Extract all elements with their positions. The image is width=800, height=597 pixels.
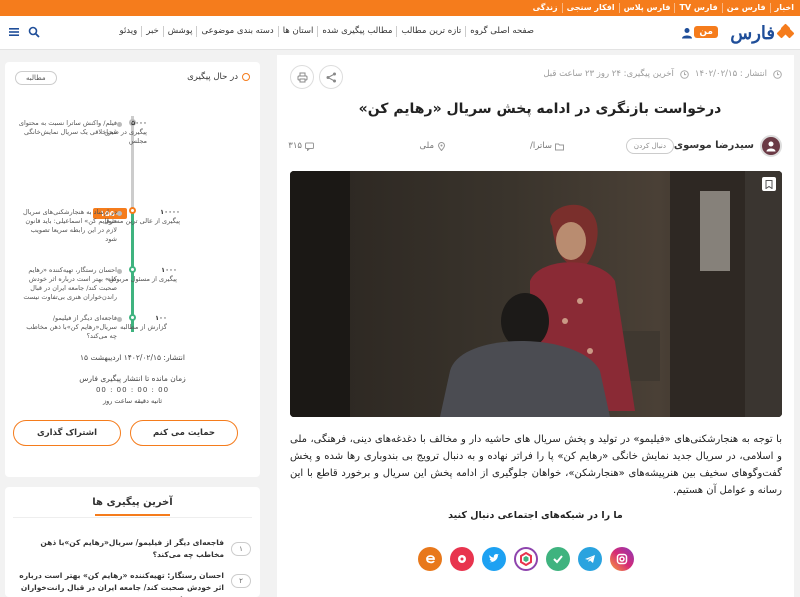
follow-us-title: ما را در شبکه‌های اجتماعی دنبال کنید <box>448 510 623 521</box>
telegram-icon[interactable] <box>578 547 602 571</box>
film-still <box>290 171 782 417</box>
status-dot-icon <box>242 73 250 81</box>
top-link-fars-plus[interactable]: فارس پلاس <box>618 3 675 13</box>
menu-icon[interactable] <box>8 26 20 38</box>
top-link-fars-man[interactable]: فارس من <box>721 3 770 13</box>
clock-icon <box>773 69 782 79</box>
divider <box>13 517 252 518</box>
logo-text: فارس <box>730 22 776 44</box>
top-link-polls[interactable]: افکار سنجی <box>561 3 619 13</box>
article-meta: انتشار : ۱۴۰۲/۰۲/۱۵ آخرین پیگیری: ۲۴ روز… <box>543 69 782 79</box>
top-link-fars-tv[interactable]: فارس TV <box>674 3 721 13</box>
list-item-number: ۱ <box>231 542 251 556</box>
step-dot <box>117 317 122 322</box>
step-link[interactable]: فاجعه‌ای دیگر از فیلیمو/ سریال«رهایم کن»… <box>17 314 117 341</box>
category-label: ساترا/ <box>530 141 552 151</box>
step-link[interactable]: در ارشاد به هنجارشکنی‌های سریال «رهایم ک… <box>17 208 117 244</box>
countdown-timer: 00 : 00 : 00 : 00 <box>95 386 170 394</box>
countdown-label: زمان مانده تا انتشار پیگیری فارس <box>79 374 186 383</box>
latest-followups: آخرین پیگیری ها ۱ فاجعه‌ای دیگر از فیلیم… <box>5 487 260 597</box>
nav-item-followed[interactable]: مطالب پیگیری شده <box>317 26 396 37</box>
views-info: ۳۱۵ <box>288 141 314 151</box>
print-icon <box>297 72 307 82</box>
followup-tracker: در حال پیگیری مطالبه ۱۵۵۰ ۵۰۰۰ پیگیری در… <box>5 62 260 477</box>
nav-item-video[interactable]: ویدئو <box>116 26 142 37</box>
list-item[interactable]: احسان رستگار: تهیه‌کننده «رهایم کن» بهتر… <box>19 570 224 597</box>
nav-item-provinces[interactable]: استان ها <box>277 26 318 37</box>
location-pin-icon <box>437 141 446 151</box>
location-info: ملی <box>420 141 446 151</box>
article-card: انتشار : ۱۴۰۲/۰۲/۱۵ آخرین پیگیری: ۲۴ روز… <box>277 55 794 597</box>
tracker-publish-date: انتشار: ۱۴۰۲/۰۲/۱۵ اردیبهشت ۱۵ <box>80 353 185 362</box>
article-title: درخواست بازنگری در ادامه پخش سریال «رهای… <box>358 101 722 117</box>
bale-icon[interactable] <box>546 547 570 571</box>
share-tracker-button[interactable]: اشتراک گذاری <box>13 420 121 446</box>
countdown-units: ثانیه دقیقه ساعت روز <box>102 397 163 405</box>
follow-author-button[interactable]: دنبال کردن <box>625 138 674 154</box>
search-icon[interactable] <box>28 26 40 38</box>
demand-tag[interactable]: مطالبه <box>15 71 57 85</box>
article-hero-image <box>290 171 782 417</box>
bookmark-icon <box>765 179 773 189</box>
top-bar: اخبار فارس من فارس TV فارس پلاس افکار سن… <box>0 0 800 16</box>
logo-mark-icon <box>776 23 795 41</box>
category-info[interactable]: ساترا/ <box>530 141 564 151</box>
bookmark-button[interactable] <box>762 177 776 191</box>
twitter-icon[interactable] <box>482 547 506 571</box>
print-button[interactable] <box>290 65 314 89</box>
step-dot <box>117 269 122 274</box>
man-badge[interactable]: من <box>694 26 718 38</box>
nav-item-home[interactable]: صفحه اصلی گروه <box>465 26 538 37</box>
nav-item-topics[interactable]: دسته بندی موضوعی <box>196 26 277 37</box>
top-link-news[interactable]: اخبار <box>769 3 798 13</box>
instagram-icon[interactable] <box>610 547 634 571</box>
views-count: ۳۱۵ <box>288 141 302 151</box>
latest-title: آخرین پیگیری ها <box>92 497 173 508</box>
user-icon[interactable] <box>681 27 693 39</box>
top-link-life[interactable]: زندگی <box>529 3 562 13</box>
site-logo[interactable]: فارس <box>730 22 795 44</box>
step-link[interactable]: فیلم/ واکنش ساترا نسبت به محتوای غیراخلا… <box>17 119 117 137</box>
last-followup: آخرین پیگیری: ۲۴ روز ۲۳ ساعت قبل <box>543 69 674 79</box>
eitaa-icon[interactable] <box>418 547 442 571</box>
message-icon <box>305 142 314 151</box>
site-header: فارس من صفحه اصلی گروه تازه ترین مطالب م… <box>0 16 800 50</box>
top-links: اخبار فارس من فارس TV فارس پلاس افکار سن… <box>529 0 798 16</box>
history-icon <box>680 69 689 79</box>
header-icons <box>8 26 40 38</box>
social-links <box>418 547 634 571</box>
author-row: سیدرضا موسوی دنبال کردن ساترا/ ملی ۳۱۵ <box>288 135 782 159</box>
tracker-status-label: در حال پیگیری <box>187 72 238 82</box>
author-name[interactable]: سیدرضا موسوی <box>674 140 754 151</box>
nav-item-latest[interactable]: تازه ترین مطالب <box>396 26 465 37</box>
list-item-number: ۲ <box>231 574 251 588</box>
tracker-status: در حال پیگیری <box>187 72 250 82</box>
step-link[interactable]: احسان رستگار، تهیه‌کننده «رهایم کن» بهتر… <box>17 266 117 302</box>
person-icon <box>766 141 776 152</box>
title-underline <box>95 514 170 516</box>
location-label: ملی <box>419 141 434 151</box>
support-button[interactable]: حمایت می کنم <box>130 420 238 446</box>
article-body: با توجه به هنجارشکنی‌های «فیلیمو» در تول… <box>290 434 782 496</box>
step-dot <box>117 211 122 216</box>
folder-icon <box>555 143 564 150</box>
rubika-icon[interactable] <box>514 547 538 571</box>
published-date: انتشار : ۱۴۰۲/۰۲/۱۵ <box>694 69 767 79</box>
main-nav: صفحه اصلی گروه تازه ترین مطالب مطالب پیگ… <box>116 26 538 37</box>
author-avatar[interactable] <box>760 135 782 157</box>
nav-item-coverage[interactable]: پوشش <box>162 26 197 37</box>
step-dot <box>117 122 122 127</box>
aparat-icon[interactable] <box>450 547 474 571</box>
list-item[interactable]: فاجعه‌ای دیگر از فیلیمو/ سریال«رهایم کن»… <box>19 537 224 561</box>
nav-item-news[interactable]: خبر <box>141 26 163 37</box>
share-button[interactable] <box>319 65 343 89</box>
share-icon <box>326 72 336 82</box>
